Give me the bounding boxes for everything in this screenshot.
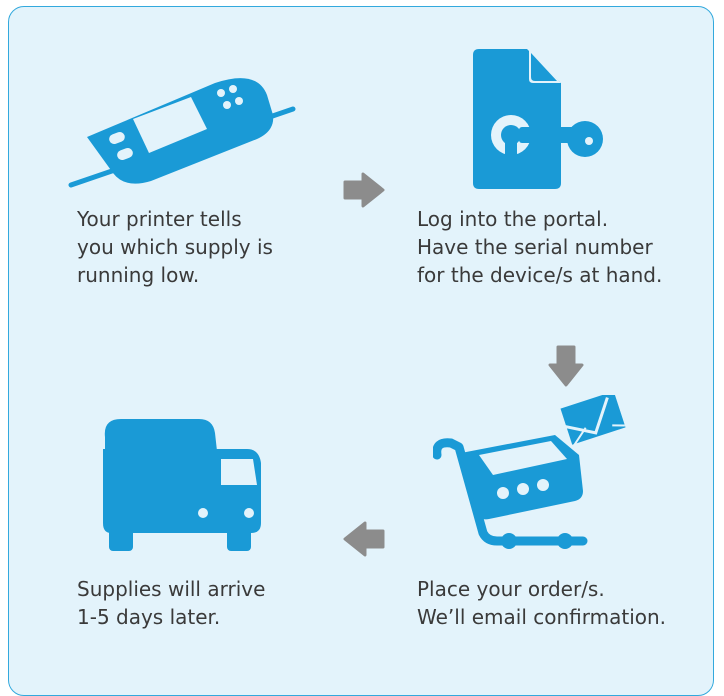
step-1-line-1: Your printer tells [77, 207, 242, 231]
step-4-text: Supplies will arrive 1-5 days later. [77, 575, 265, 631]
arrow-right-icon [343, 172, 385, 208]
step-2-text: Log into the portal. Have the serial num… [417, 205, 662, 289]
step-1-line-2: you which supply is [77, 235, 273, 259]
process-panel: Your printer tells you which supply is r… [8, 6, 714, 696]
step-3-text: Place your order/s. We’ll email confirma… [417, 575, 666, 631]
shopping-cart-envelope-icon [433, 395, 626, 549]
arrow-down-icon [548, 345, 584, 387]
printer-panel-icon [68, 78, 296, 188]
arrow-left-icon [343, 521, 385, 557]
step-2-line-2: Have the serial number [417, 235, 653, 259]
document-key-icon [473, 49, 603, 189]
step-3-line-2: We’ll email confirmation. [417, 605, 667, 629]
step-3-line-1: Place your order/s. [417, 577, 605, 601]
delivery-truck-icon [103, 419, 261, 551]
step-4-line-2: 1-5 days later. [77, 605, 221, 629]
step-1-line-3: running low. [77, 263, 200, 287]
step-4-line-1: Supplies will arrive [77, 577, 266, 601]
step-1-text: Your printer tells you which supply is r… [77, 205, 273, 289]
step-2-line-1: Log into the portal. [417, 207, 609, 231]
step-2-line-3: for the device/s at hand. [417, 263, 663, 287]
